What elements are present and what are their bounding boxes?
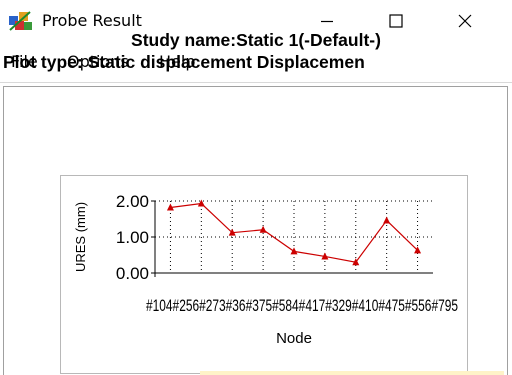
minimize-icon xyxy=(321,20,333,23)
data-point xyxy=(259,225,267,233)
probe-chart: 0.00 1.00 2.00 URES (mm) #104#256#273#36#375… xyxy=(73,192,458,347)
y-tick-label: 1.00 xyxy=(116,228,149,247)
chart-area: 0.00 1.00 2.00 URES (mm) #104#256#273#36#375… xyxy=(60,175,468,374)
maximize-icon xyxy=(389,14,403,28)
probe-result-app-icon xyxy=(9,11,32,31)
plot-type-title: Plot type: Static displacement Displacem… xyxy=(3,52,365,72)
y-tick-label: 2.00 xyxy=(116,192,149,211)
study-name-title: Study name:Static 1(-Default-) xyxy=(131,30,381,50)
x-axis-label: Node xyxy=(276,330,312,347)
window-title: Probe Result xyxy=(42,11,142,30)
data-point xyxy=(290,247,298,255)
data-point xyxy=(383,216,391,224)
close-icon xyxy=(458,14,472,28)
status-strip xyxy=(200,371,504,375)
y-tick-label: 0.00 xyxy=(116,264,149,283)
y-axis-label: URES (mm) xyxy=(73,202,88,272)
x-tick-labels: #104#256#273#36#375#584#417#329#410#475#… xyxy=(146,296,458,315)
